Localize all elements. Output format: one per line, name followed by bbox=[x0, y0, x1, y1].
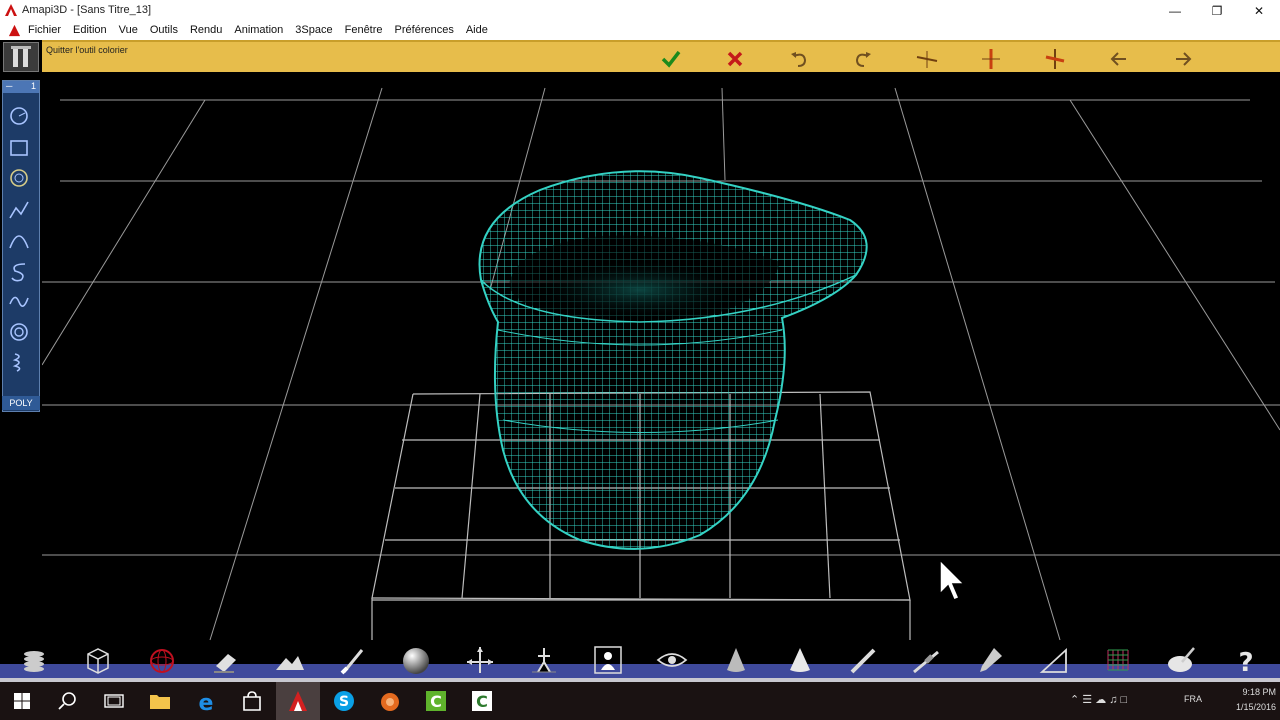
circle-tool-icon[interactable] bbox=[7, 104, 31, 128]
minimize-icon[interactable]: ― bbox=[1154, 0, 1196, 22]
menu-outils[interactable]: Outils bbox=[150, 24, 178, 36]
menu-fenetre[interactable]: Fenêtre bbox=[345, 24, 383, 36]
tray-icons[interactable]: ⌃ ☰ ☁ ♫ □ bbox=[1070, 693, 1127, 706]
windows-start-icon[interactable] bbox=[10, 689, 34, 713]
menu-aide[interactable]: Aide bbox=[466, 24, 488, 36]
polyline-tool-icon[interactable] bbox=[7, 198, 31, 222]
amapi-icon[interactable] bbox=[286, 689, 310, 713]
menu-fichier[interactable]: Fichier bbox=[28, 24, 61, 36]
eye-icon[interactable] bbox=[656, 644, 688, 676]
bottom-toolbar bbox=[0, 646, 1280, 682]
window-title-bar: Amapi3D - [Sans Titre_13] ― ❐ ✕ bbox=[0, 0, 1280, 22]
axis-move-icon[interactable] bbox=[464, 644, 496, 676]
circle-arc-tool-icon[interactable] bbox=[7, 166, 31, 190]
axis-z-icon[interactable] bbox=[1044, 48, 1066, 70]
menu-3space[interactable]: 3Space bbox=[295, 24, 332, 36]
close-icon[interactable]: ✕ bbox=[1238, 0, 1280, 22]
menu-edition[interactable]: Edition bbox=[73, 24, 107, 36]
svg-text:C: C bbox=[430, 692, 442, 711]
sphere-chrome-icon[interactable] bbox=[400, 644, 432, 676]
helix-tool-icon[interactable] bbox=[7, 350, 31, 374]
media-icon[interactable] bbox=[378, 689, 402, 713]
svg-text:?: ? bbox=[1238, 648, 1253, 676]
eraser-icon[interactable] bbox=[210, 644, 242, 676]
panel-grip-icon[interactable]: ─ bbox=[6, 81, 12, 93]
green-app-icon[interactable]: C bbox=[424, 689, 448, 713]
spiral-tool-icon[interactable] bbox=[7, 320, 31, 344]
panel-header: ─ 1 bbox=[3, 81, 39, 93]
bezier-curve-tool-icon[interactable] bbox=[7, 228, 31, 252]
redo-icon[interactable] bbox=[852, 48, 874, 70]
next-arrow-icon[interactable] bbox=[1172, 48, 1194, 70]
layers-icon[interactable] bbox=[18, 644, 50, 676]
svg-text:C: C bbox=[476, 692, 488, 711]
menu-rendu[interactable]: Rendu bbox=[190, 24, 222, 36]
tool-mode-toggle[interactable] bbox=[3, 42, 39, 72]
svg-text:S: S bbox=[339, 694, 349, 710]
left-toolbar: ─ 1 POLY bbox=[0, 40, 42, 680]
cube-icon[interactable] bbox=[82, 644, 114, 676]
grid-icon[interactable] bbox=[1102, 644, 1134, 676]
edge-icon[interactable]: e bbox=[194, 689, 218, 713]
menu-bar: Fichier Edition Vue Outils Rendu Animati… bbox=[0, 22, 1280, 40]
search-icon[interactable] bbox=[56, 689, 80, 713]
menu-animation[interactable]: Animation bbox=[234, 24, 283, 36]
brush-icon[interactable] bbox=[338, 644, 370, 676]
previous-arrow-icon[interactable] bbox=[1108, 48, 1130, 70]
restore-icon[interactable]: ❐ bbox=[1196, 0, 1238, 22]
axis-x-icon[interactable] bbox=[916, 48, 938, 70]
sphere-red-icon[interactable] bbox=[146, 644, 178, 676]
file-explorer-icon[interactable] bbox=[148, 689, 172, 713]
tool-options-bar: Quitter l'outil colorier bbox=[42, 40, 1280, 72]
task-view-icon[interactable] bbox=[102, 689, 126, 713]
cancel-x-icon[interactable] bbox=[724, 48, 746, 70]
cone-icon[interactable] bbox=[720, 644, 752, 676]
scalpel-icon[interactable] bbox=[910, 644, 942, 676]
palette-icon[interactable] bbox=[1166, 644, 1198, 676]
window-title: Amapi3D - [Sans Titre_13] bbox=[22, 4, 152, 16]
svg-text:e: e bbox=[199, 691, 214, 713]
pencil-icon[interactable] bbox=[848, 644, 880, 676]
3d-viewport[interactable] bbox=[42, 72, 1280, 648]
undo-icon[interactable] bbox=[788, 48, 810, 70]
spline-tool-icon[interactable] bbox=[7, 290, 31, 314]
tool-hint: Quitter l'outil colorier bbox=[46, 45, 128, 55]
language-indicator[interactable]: FRA bbox=[1184, 694, 1202, 704]
help-icon[interactable]: ? bbox=[1230, 644, 1262, 676]
panel-badge: 1 bbox=[30, 81, 36, 91]
clock-time[interactable]: 9:18 PM bbox=[1216, 687, 1276, 697]
cone-light-icon[interactable] bbox=[784, 644, 816, 676]
figure-icon[interactable] bbox=[528, 644, 560, 676]
validate-check-icon[interactable] bbox=[660, 48, 682, 70]
amapi-logo-icon bbox=[5, 4, 17, 16]
pillar-icon bbox=[11, 46, 31, 67]
terrain-icon[interactable] bbox=[274, 644, 306, 676]
menu-vue[interactable]: Vue bbox=[119, 24, 138, 36]
wireframe-pitcher bbox=[478, 170, 868, 550]
clock-date[interactable]: 1/15/2016 bbox=[1216, 702, 1276, 712]
skype-icon[interactable]: S bbox=[332, 689, 356, 713]
dropper-icon[interactable] bbox=[974, 644, 1006, 676]
spiral-s-tool-icon[interactable] bbox=[7, 260, 31, 284]
menu-preferences[interactable]: Préférences bbox=[395, 24, 454, 36]
mouse-cursor-icon bbox=[939, 558, 966, 601]
ruler-icon[interactable] bbox=[1038, 644, 1070, 676]
store-icon[interactable] bbox=[240, 689, 264, 713]
poly-mode-label[interactable]: POLY bbox=[2, 396, 40, 410]
white-app-icon[interactable]: C bbox=[470, 689, 494, 713]
presenter-icon[interactable] bbox=[592, 644, 624, 676]
rectangle-tool-icon[interactable] bbox=[7, 136, 31, 160]
axis-y-icon[interactable] bbox=[980, 48, 1002, 70]
app-menu-icon[interactable] bbox=[8, 24, 21, 37]
windows-taskbar: e S C C ⌃ ☰ ☁ ♫ □ FRA 9:18 PM 1/15/2016 bbox=[0, 682, 1280, 720]
